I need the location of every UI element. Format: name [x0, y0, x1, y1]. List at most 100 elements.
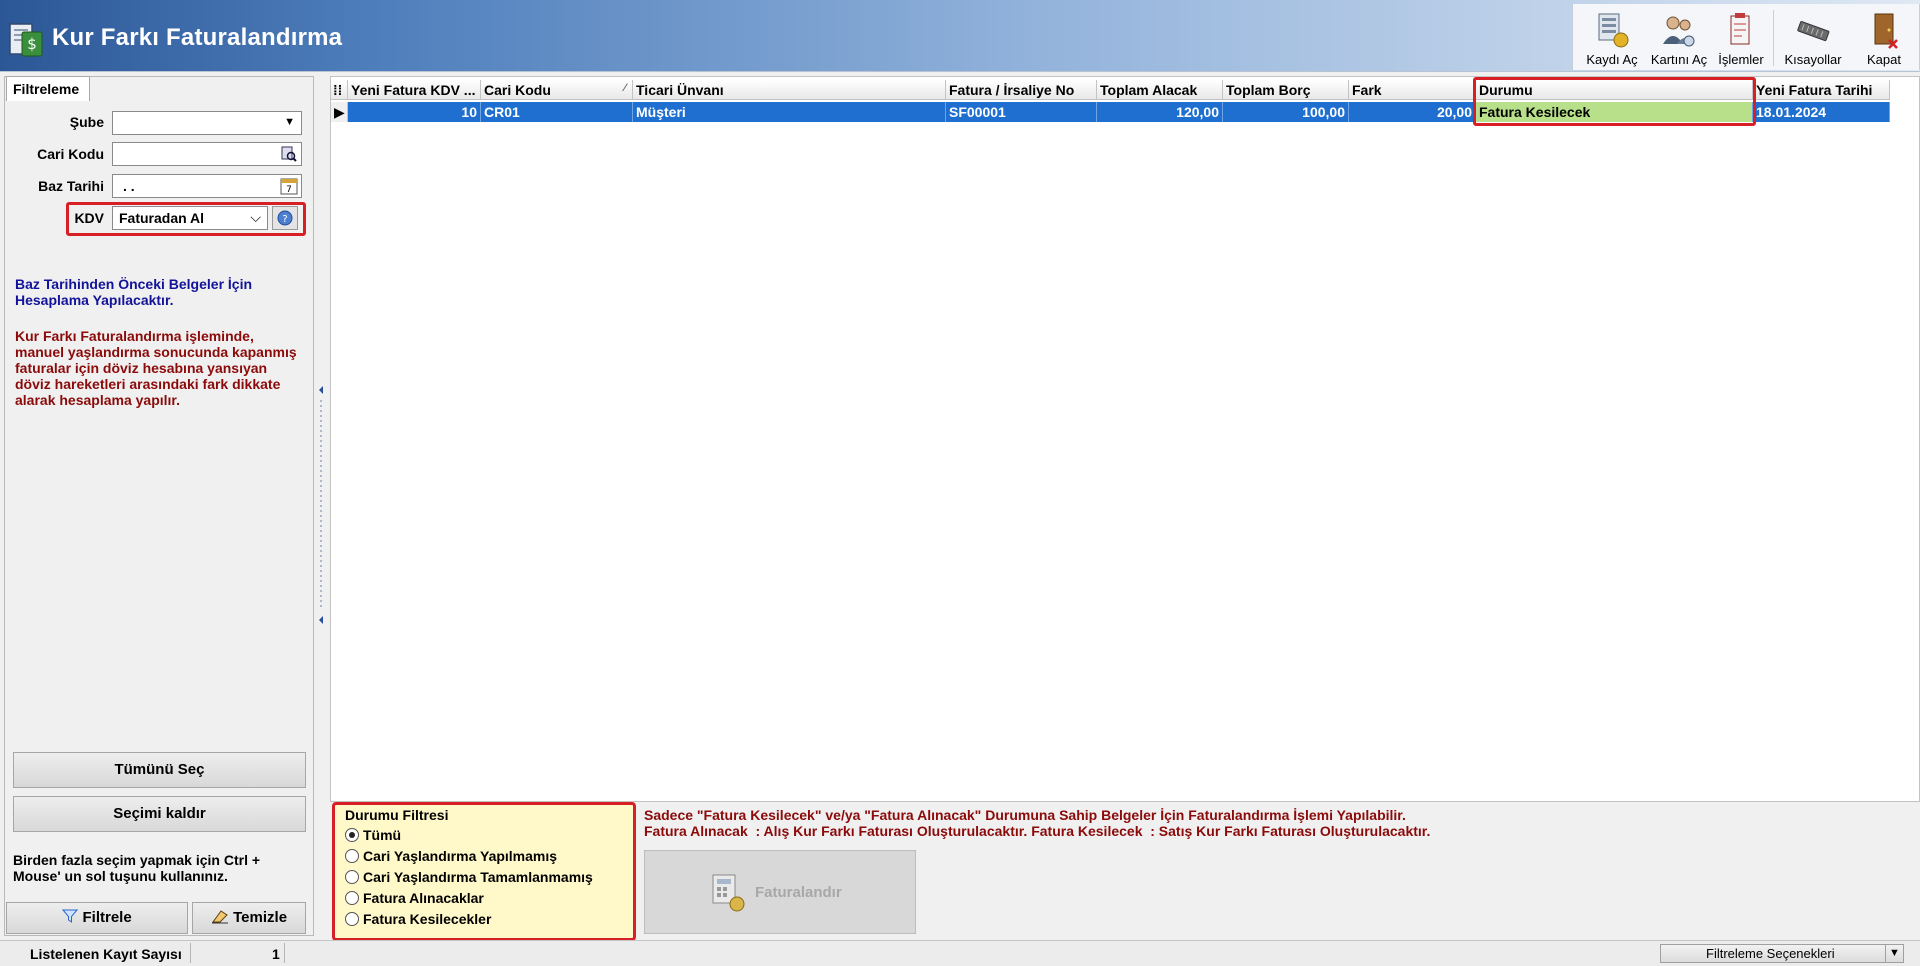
shortcuts-button[interactable]: Kısayollar — [1777, 6, 1849, 70]
toolbar: Kaydı Aç Kartını Aç İşlemler Kısayollar — [1572, 4, 1920, 70]
record-count-label: Listelenen Kayıt Sayısı — [30, 946, 182, 962]
info-icon: ? — [277, 210, 293, 226]
cell-fatura-no[interactable]: SF00001 — [946, 102, 1097, 122]
column-header-fatura-no[interactable]: Fatura / İrsaliye No — [946, 80, 1097, 100]
column-header-toplam-alacak[interactable]: Toplam Alacak — [1097, 80, 1223, 100]
invoice-grid — [330, 76, 1920, 802]
clear-button-label: Temizle — [233, 909, 288, 926]
cell-yeni-fatura-tarihi[interactable]: 18.01.2024 — [1753, 102, 1890, 122]
row-indicator-icon[interactable]: ▶ — [331, 102, 348, 122]
open-record-button[interactable]: Kaydı Aç — [1581, 6, 1643, 70]
operations-label: İşlemler — [1718, 52, 1764, 67]
kdv-label: KDV — [74, 210, 104, 226]
shortcuts-icon — [1797, 21, 1830, 42]
open-card-icon — [1663, 16, 1695, 47]
column-header-yeni-fatura-tarihi[interactable]: Yeni Fatura Tarihi — [1753, 80, 1890, 100]
multi-select-hint: Birden fazla seçim yapmak için Ctrl + Mo… — [13, 852, 261, 884]
faturalandir-label: Faturalandır — [755, 884, 842, 901]
radio-yaslandirma-tamamlanmamis[interactable]: Cari Yaşlandırma Tamamlanmamış — [345, 869, 593, 885]
cell-cari-kodu[interactable]: CR01 — [481, 102, 633, 122]
durum-filter-title: Durumu Filtresi — [345, 807, 449, 823]
operations-icon — [1730, 13, 1750, 45]
toolbar-divider — [1773, 10, 1774, 66]
baz-tarihi-note: Baz Tarihinden Önceki Belgeler İçin Hesa… — [15, 276, 253, 308]
open-record-icon — [1598, 13, 1629, 48]
cell-kdv[interactable]: 10 — [348, 102, 481, 122]
calendar-icon[interactable]: 7 — [280, 177, 298, 199]
status-bar: Listelenen Kayıt Sayısı 1 Filtreleme Seç… — [0, 940, 1920, 966]
record-count-value: 1 — [272, 946, 280, 962]
open-card-label: Kartını Aç — [1650, 52, 1708, 67]
radio-fatura-kesilecekler[interactable]: Fatura Kesilecekler — [345, 911, 491, 927]
open-card-button[interactable]: Kartını Aç — [1647, 6, 1711, 70]
baz-tarihi-label: Baz Tarihi — [38, 178, 104, 194]
filter-options-dropdown[interactable]: Filtreleme Seçenekleri ▼ — [1660, 944, 1904, 963]
select-all-button[interactable]: Tümünü Seç — [13, 752, 306, 788]
filter-options-label: Filtreleme Seçenekleri — [1706, 946, 1835, 961]
clear-button[interactable]: Temizle — [192, 902, 306, 934]
filter-button[interactable]: Filtrele — [6, 902, 188, 934]
radio-tumu-label: Tümü — [363, 827, 402, 843]
radio-yaslandirma-yapilmamis[interactable]: Cari Yaşlandırma Yapılmamış — [345, 848, 557, 864]
column-header-cari-kodu[interactable]: Cari Kodu ⁄ — [481, 80, 633, 100]
close-button[interactable]: Kapat — [1855, 6, 1913, 70]
dropdown-arrow-icon: ▼ — [284, 116, 295, 128]
cell-toplam-borc[interactable]: 100,00 — [1223, 102, 1349, 122]
kur-farki-description: Kur Farkı Faturalandırma işleminde, manu… — [15, 328, 297, 408]
baz-tarihi-value: . . — [123, 178, 135, 194]
cari-kodu-field[interactable] — [112, 142, 302, 166]
svg-text:7: 7 — [286, 185, 292, 195]
column-header-fark[interactable]: Fark — [1349, 80, 1476, 100]
grid-corner[interactable]: ⁞⁞ — [331, 80, 348, 100]
close-label: Kapat — [1867, 52, 1901, 67]
baz-tarihi-field[interactable]: . . 7 — [112, 174, 302, 198]
radio-fatura-kesilecekler-label: Fatura Kesilecekler — [363, 911, 492, 927]
radio-yaslandirma-yapilmamis-label: Cari Yaşlandırma Yapılmamış — [363, 848, 558, 864]
radio-tumu[interactable]: Tümü — [345, 827, 401, 843]
open-record-label: Kaydı Aç — [1586, 52, 1638, 67]
kdv-select[interactable]: Faturadan Al ⌵ — [112, 206, 268, 230]
durum-filter-group: Durumu Filtresi Tümü Cari Yaşlandırma Ya… — [332, 802, 636, 941]
shortcuts-label: Kısayollar — [1784, 52, 1842, 67]
kdv-info-button[interactable]: ? — [272, 206, 298, 230]
invoice-calculator-icon — [712, 874, 745, 912]
durumu-column-highlight — [1473, 77, 1756, 126]
svg-text:$: $ — [27, 35, 37, 53]
funnel-icon — [62, 909, 79, 923]
eraser-icon — [211, 910, 228, 924]
page-title: Kur Farkı Faturalandırma — [52, 24, 343, 51]
faturalandir-button[interactable]: Faturalandır — [644, 850, 916, 934]
cari-kodu-label: Cari Kodu — [37, 146, 104, 162]
radio-empty-icon — [345, 870, 359, 884]
radio-yaslandirma-tamamlanmamis-label: Cari Yaşlandırma Tamamlanmamış — [363, 869, 593, 885]
radio-fatura-alinacaklar-label: Fatura Alınacaklar — [363, 890, 484, 906]
currency-invoice-icon: $ — [8, 18, 46, 58]
status-divider — [190, 943, 191, 963]
cell-ticari-unvan[interactable]: Müşteri — [633, 102, 946, 122]
kdv-value: Faturadan Al — [119, 210, 205, 226]
radio-fatura-alinacaklar[interactable]: Fatura Alınacaklar — [345, 890, 484, 906]
filter-button-label: Filtrele — [82, 909, 132, 926]
chevron-down-icon: ⌵ — [250, 209, 261, 225]
column-header-kdv[interactable]: Yeni Fatura KDV ... — [348, 80, 481, 100]
sube-select[interactable]: ▼ — [112, 111, 302, 135]
cell-fark[interactable]: 20,00 — [1349, 102, 1476, 122]
cell-toplam-alacak[interactable]: 120,00 — [1097, 102, 1223, 122]
tab-filtreleme[interactable]: Filtreleme — [6, 76, 90, 101]
sube-label: Şube — [69, 114, 104, 130]
column-header-toplam-borc[interactable]: Toplam Borç — [1223, 80, 1349, 100]
operations-button[interactable]: İşlemler — [1713, 6, 1769, 70]
radio-empty-icon — [345, 891, 359, 905]
radio-empty-icon — [345, 849, 359, 863]
clear-selection-button[interactable]: Seçimi kaldır — [13, 796, 306, 832]
sort-indicator-icon: ⁄ — [624, 82, 626, 94]
column-header-ticari-unvan[interactable]: Ticari Ünvanı — [633, 80, 946, 100]
panel-splitter[interactable] — [316, 380, 326, 630]
column-header-cari-kodu-label: Cari Kodu — [484, 82, 551, 98]
status-divider — [284, 943, 285, 963]
lookup-icon[interactable] — [281, 146, 297, 166]
svg-text:?: ? — [282, 214, 287, 225]
info-line-2: Fatura Alınacak : Alış Kur Farkı Faturas… — [644, 823, 1431, 839]
dropdown-arrow-icon: ▼ — [1885, 945, 1903, 962]
info-line-1: Sadece "Fatura Kesilecek" ve/ya "Fatura … — [644, 807, 1406, 823]
